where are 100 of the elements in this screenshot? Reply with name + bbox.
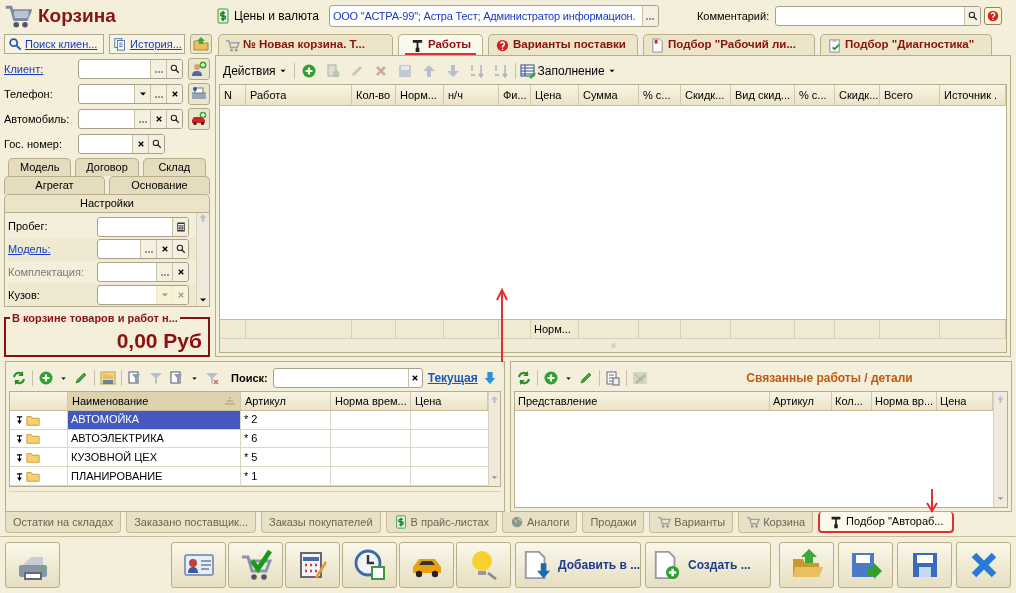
tab[interactable]: Договор	[75, 158, 139, 177]
search-icon[interactable]	[966, 10, 979, 22]
add-to-button[interactable]: Добавить в ...	[515, 542, 641, 588]
folder-button[interactable]	[190, 33, 212, 54]
calculator-icon[interactable]	[174, 220, 187, 233]
tab[interactable]: Заказано поставщик...	[126, 512, 256, 533]
edit-icon[interactable]	[73, 370, 89, 386]
edit-icon[interactable]	[578, 370, 594, 386]
column-header[interactable]: Наименование	[68, 392, 241, 410]
expand-icon[interactable]	[16, 471, 23, 481]
tab[interactable]: № Новая корзина. Т...	[218, 34, 393, 55]
add-icon[interactable]	[300, 63, 317, 79]
column-header[interactable]: Источник .	[940, 85, 1006, 105]
history-button[interactable]: История...	[109, 33, 185, 54]
column-header[interactable]: Артикул	[241, 392, 331, 410]
horizontal-scrollbar[interactable]	[220, 338, 1006, 352]
column-header[interactable]: н/ч	[444, 85, 499, 105]
save-export-button[interactable]	[838, 542, 893, 588]
add-icon[interactable]	[543, 370, 559, 386]
expand-icon[interactable]	[16, 452, 23, 462]
expand-icon[interactable]	[16, 415, 23, 425]
input-field[interactable]	[78, 59, 183, 80]
tab[interactable]: Подбор "Автораб...	[818, 512, 955, 533]
printer-button[interactable]	[188, 83, 210, 106]
tab[interactable]: Настройки	[4, 194, 210, 213]
tab[interactable]: Варианты	[649, 512, 734, 533]
organization-field[interactable]: ООО "АСТРА-99"; Астра Тест; Администратор информацион.	[328, 5, 659, 27]
input-field[interactable]	[97, 239, 189, 260]
search-icon[interactable]	[150, 137, 163, 150]
help-button[interactable]	[984, 7, 1003, 25]
sort-icon[interactable]	[492, 63, 509, 79]
tab[interactable]: Подбор "Диагностика"	[820, 34, 992, 55]
table-cell[interactable]: КУЗОВНОЙ ЦЕХ	[68, 448, 241, 467]
column-header[interactable]: Скидк...	[681, 85, 731, 105]
column-header[interactable]: Норма врем...	[331, 392, 411, 410]
search-icon[interactable]	[168, 63, 181, 76]
calculator-button[interactable]	[285, 542, 340, 588]
column-header[interactable]: Всего	[880, 85, 940, 105]
column-header[interactable]: Норма вр...	[872, 392, 937, 410]
car-button[interactable]	[399, 542, 454, 588]
table-cell[interactable]: АВТОЭЛЕКТРИКА	[68, 429, 241, 448]
column-header[interactable]: Артикул	[770, 392, 832, 410]
column-header[interactable]: Скидк...	[835, 85, 880, 105]
filter-icon[interactable]	[169, 370, 185, 386]
filter-icon[interactable]	[127, 370, 143, 386]
cart-button[interactable]	[228, 542, 283, 588]
tab[interactable]: Заказы покупателей	[261, 512, 381, 533]
create-button[interactable]: Создать ...	[645, 542, 771, 588]
card-button[interactable]	[171, 542, 226, 588]
close-button[interactable]	[956, 542, 1011, 588]
tab[interactable]: Продажи	[582, 512, 645, 533]
tab[interactable]: Основание	[109, 176, 210, 195]
prices-button[interactable]: Цены и валюта	[213, 5, 321, 27]
column-header[interactable]: Норм...	[396, 85, 444, 105]
column-header[interactable]: Представление	[515, 392, 770, 410]
search-field[interactable]	[272, 368, 423, 388]
open-button[interactable]	[779, 542, 834, 588]
column-header[interactable]: Кол-во	[352, 85, 396, 105]
user-add-button[interactable]	[188, 58, 210, 81]
column-header[interactable]: Работа	[246, 85, 352, 105]
sort-icon[interactable]	[468, 63, 485, 79]
tab[interactable]: Работы	[398, 34, 483, 55]
hierarchy-icon[interactable]	[100, 370, 116, 386]
input-field[interactable]	[78, 84, 183, 105]
tab[interactable]: Склад	[142, 158, 206, 177]
schedule-button[interactable]	[342, 542, 397, 588]
print-button[interactable]	[5, 542, 60, 588]
column-header[interactable]: % с...	[795, 85, 835, 105]
search-icon[interactable]	[174, 243, 187, 256]
clear-filter-icon[interactable]	[204, 370, 220, 386]
field-label[interactable]: Клиент:	[4, 61, 78, 78]
expand-icon[interactable]	[16, 434, 23, 443]
column-header[interactable]: % с...	[639, 85, 681, 105]
tab[interactable]: Модель	[8, 158, 72, 177]
column-header[interactable]: Кол...	[832, 392, 872, 410]
refresh-icon[interactable]	[11, 370, 27, 386]
refresh-icon[interactable]	[516, 370, 532, 386]
table-cell[interactable]: ПЛАНИРОВАНИЕ	[68, 467, 241, 485]
tab[interactable]: Аналоги	[502, 512, 578, 533]
search-icon[interactable]	[168, 112, 181, 125]
tab[interactable]: Варианты поставки	[488, 34, 638, 55]
add-icon[interactable]	[38, 370, 54, 386]
tab[interactable]: Остатки на складах	[5, 512, 122, 533]
input-field[interactable]	[78, 133, 165, 154]
document-icon[interactable]	[605, 370, 621, 386]
scrollbar[interactable]	[196, 213, 209, 307]
column-header[interactable]: Вид скид...	[731, 85, 795, 105]
tab[interactable]: В прайс-листах	[385, 512, 498, 533]
input-field[interactable]	[97, 216, 189, 237]
fill-menu[interactable]: Заполнение	[519, 62, 617, 80]
current-link[interactable]: Текущая	[427, 369, 478, 387]
comment-field[interactable]	[775, 6, 982, 26]
column-header[interactable]: Сумма	[579, 85, 639, 105]
column-header[interactable]: N	[220, 85, 246, 105]
search-client-button[interactable]: Поиск клиен...	[4, 33, 104, 54]
column-header[interactable]: Фи...	[499, 85, 531, 105]
save-button[interactable]	[897, 542, 952, 588]
tab[interactable]: Корзина	[738, 512, 814, 533]
column-header[interactable]: Цена	[531, 85, 579, 105]
input-field[interactable]	[78, 108, 183, 129]
